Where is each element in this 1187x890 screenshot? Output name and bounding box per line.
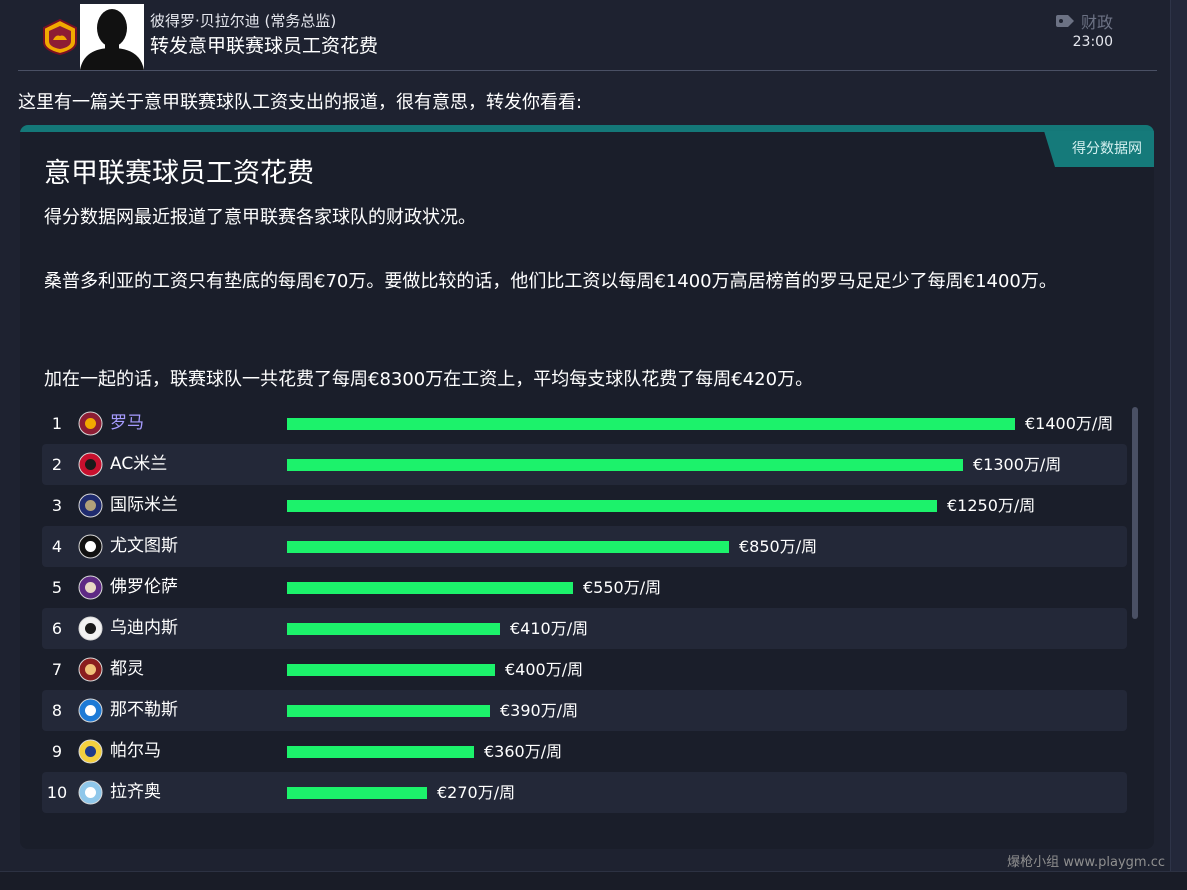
- rank-number: 8: [51, 701, 63, 720]
- table-row[interactable]: 2 AC米兰 €1300万/周: [42, 444, 1127, 485]
- team-name-link[interactable]: 那不勒斯: [110, 690, 178, 731]
- wage-bar: [287, 459, 963, 471]
- article-paragraph: 得分数据网最近报道了意甲联赛各家球队的财政状况。: [44, 207, 476, 228]
- rank-number: 2: [51, 455, 63, 474]
- rank-number: 7: [51, 660, 63, 679]
- team-name-link[interactable]: 佛罗伦萨: [110, 567, 178, 608]
- wage-value: €850万/周: [739, 537, 818, 556]
- header-divider: [18, 70, 1157, 71]
- juve-crest-icon: [78, 534, 103, 559]
- message-header: 彼得罗·贝拉尔迪 (常务总监) 转发意甲联赛球员工资花费 财政 23:00: [0, 0, 1160, 72]
- wage-bar: [287, 541, 729, 553]
- table-row[interactable]: 1 罗马 €1400万/周: [42, 403, 1127, 444]
- news-article-card: 得分数据网 意甲联赛球员工资花费 得分数据网最近报道了意甲联赛各家球队的财政状况…: [20, 125, 1154, 849]
- message-intro: 这里有一篇关于意甲联赛球队工资支出的报道，很有意思，转发你看看:: [18, 92, 583, 113]
- rank-number: 1: [51, 414, 63, 433]
- wage-value: €360万/周: [484, 742, 563, 761]
- wage-bar: [287, 664, 495, 676]
- sender-name: 彼得罗·贝拉尔迪 (常务总监): [150, 12, 337, 30]
- team-name-link[interactable]: 罗马: [110, 403, 144, 444]
- milan-crest-icon: [78, 452, 103, 477]
- category-label: 财政: [1080, 13, 1113, 32]
- message-subject: 转发意甲联赛球员工资花费: [150, 35, 379, 57]
- tag-icon: [1055, 15, 1074, 27]
- table-row[interactable]: 10 拉齐奥 €270万/周: [42, 772, 1127, 813]
- udinese-crest-icon: [78, 616, 103, 641]
- wage-bar: [287, 582, 573, 594]
- table-row[interactable]: 3 国际米兰 €1250万/周: [42, 485, 1127, 526]
- rank-number: 10: [46, 783, 68, 802]
- inter-crest-icon: [78, 493, 103, 518]
- wage-ranking-table: 1 罗马 €1400万/周 2 AC米兰 €1300万/周 3 国际米兰 €1250万/周 4 尤文…: [42, 403, 1128, 813]
- wage-bar: [287, 623, 500, 635]
- wage-value: €270万/周: [437, 783, 516, 802]
- article-title: 意甲联赛球员工资花费: [44, 158, 314, 189]
- team-name-link[interactable]: 都灵: [110, 649, 144, 690]
- rank-number: 3: [51, 496, 63, 515]
- wage-bar: [287, 746, 474, 758]
- table-row[interactable]: 9 帕尔马 €360万/周: [42, 731, 1127, 772]
- wage-value: €1300万/周: [973, 455, 1062, 474]
- wage-bar: [287, 418, 1015, 430]
- article-paragraph: 加在一起的话，联赛球队一共花费了每周€8300万在工资上，平均每支球队花费了每周…: [44, 369, 814, 390]
- rank-number: 6: [51, 619, 63, 638]
- table-row[interactable]: 4 尤文图斯 €850万/周: [42, 526, 1127, 567]
- watermark: 爆枪小组 www.playgm.cc: [1007, 855, 1165, 870]
- wage-bar: [287, 705, 490, 717]
- window-frame-right: [1170, 0, 1187, 890]
- wage-value: €1400万/周: [1025, 414, 1114, 433]
- card-accent-bar: [20, 125, 1154, 132]
- wage-bar: [287, 787, 427, 799]
- team-name-link[interactable]: 乌迪内斯: [110, 608, 178, 649]
- napoli-crest-icon: [78, 698, 103, 723]
- table-scrollbar[interactable]: [1132, 407, 1138, 619]
- torino-crest-icon: [78, 657, 103, 682]
- table-row[interactable]: 8 那不勒斯 €390万/周: [42, 690, 1127, 731]
- lazio-crest-icon: [78, 780, 103, 805]
- rank-number: 4: [51, 537, 63, 556]
- article-paragraph: 桑普多利亚的工资只有垫底的每周€70万。要做比较的话，他们比工资以每周€1400…: [44, 271, 1057, 292]
- avatar: [80, 4, 144, 70]
- window-frame-bottom: [0, 871, 1187, 890]
- category-tag[interactable]: 财政: [1055, 9, 1113, 33]
- club-crest-icon: [43, 18, 77, 56]
- team-name-link[interactable]: 国际米兰: [110, 485, 178, 526]
- fiorentina-crest-icon: [78, 575, 103, 600]
- roma-crest-icon: [78, 411, 103, 436]
- source-tab: 得分数据网: [1044, 131, 1154, 167]
- rank-number: 9: [51, 742, 63, 761]
- wage-value: €400万/周: [505, 660, 584, 679]
- table-row[interactable]: 6 乌迪内斯 €410万/周: [42, 608, 1127, 649]
- wage-value: €550万/周: [583, 578, 662, 597]
- team-name-link[interactable]: 尤文图斯: [110, 526, 178, 567]
- wage-value: €390万/周: [500, 701, 579, 720]
- table-row[interactable]: 7 都灵 €400万/周: [42, 649, 1127, 690]
- rank-number: 5: [51, 578, 63, 597]
- parma-crest-icon: [78, 739, 103, 764]
- message-time: 23:00: [1072, 34, 1113, 50]
- wage-value: €410万/周: [510, 619, 589, 638]
- table-row[interactable]: 5 佛罗伦萨 €550万/周: [42, 567, 1127, 608]
- team-name-link[interactable]: AC米兰: [110, 444, 167, 485]
- team-name-link[interactable]: 拉齐奥: [110, 772, 161, 813]
- team-name-link[interactable]: 帕尔马: [110, 731, 161, 772]
- wage-bar: [287, 500, 937, 512]
- wage-value: €1250万/周: [947, 496, 1036, 515]
